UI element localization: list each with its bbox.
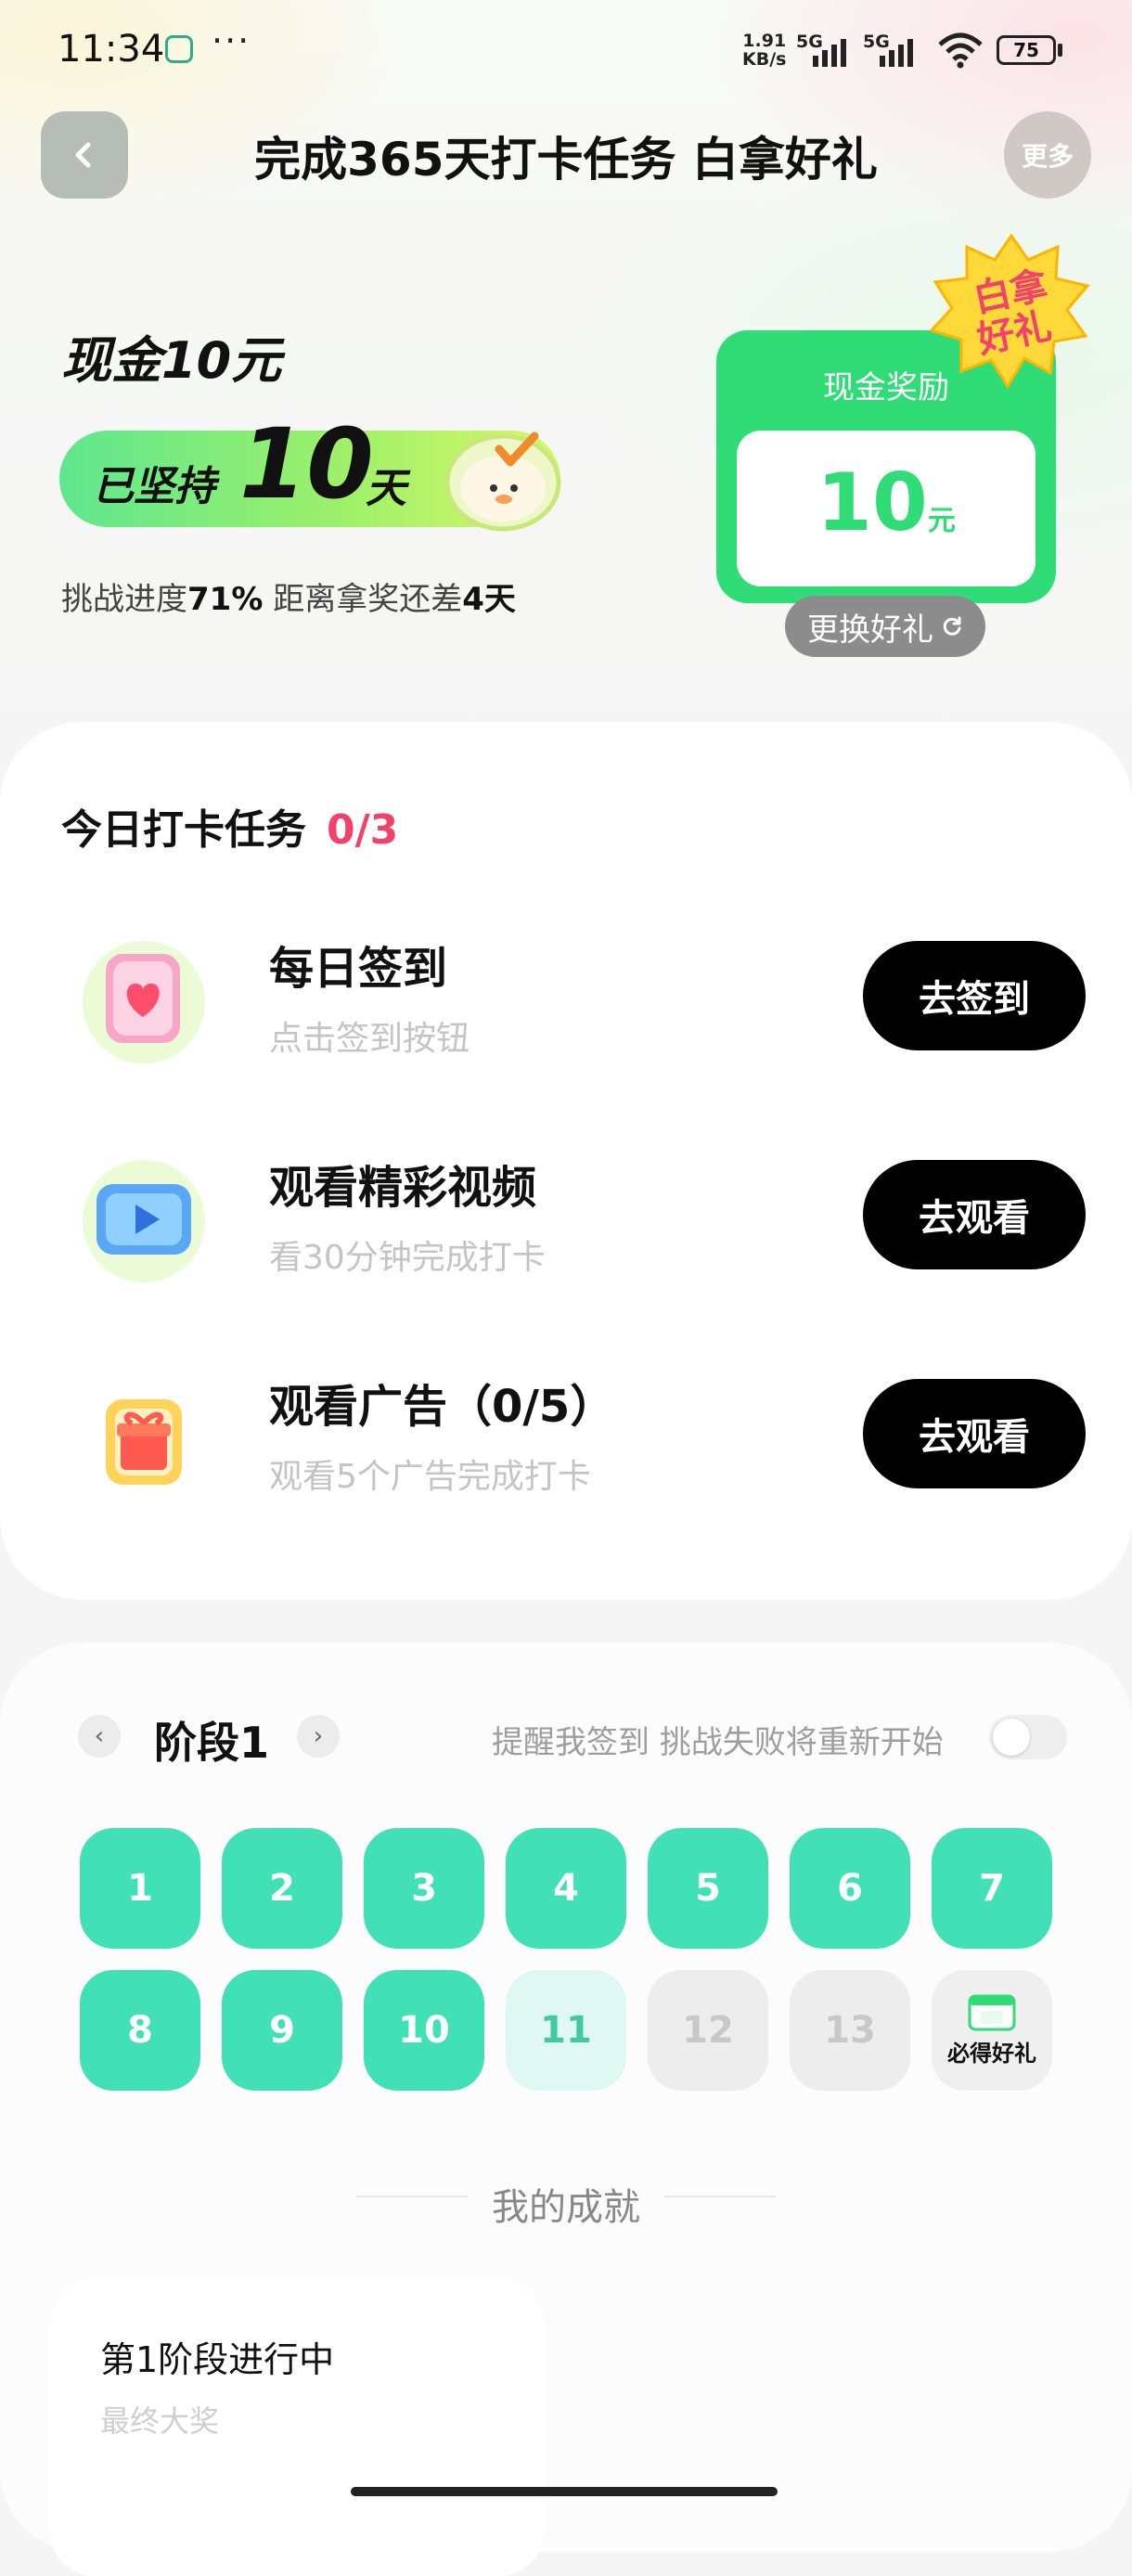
task-title: 观看精彩视频 (269, 1162, 537, 1214)
progress-percent: 71% (187, 581, 264, 618)
gift-box-icon (106, 1399, 182, 1485)
free-gift-badge: 白拿 好礼 (929, 233, 1090, 389)
challenge-progress-text: 挑战进度71% 距离拿奖还差4天 (61, 573, 516, 619)
check-in-button[interactable]: 去签到 (863, 941, 1086, 1050)
task-heading-label: 今日打卡任务 (61, 806, 306, 854)
cash-envelope-icon (968, 1994, 1016, 2030)
signal-2-icon (880, 35, 913, 67)
watch-ads-button[interactable]: 去观看 (863, 1379, 1086, 1488)
day-cell[interactable]: 5 (648, 1828, 768, 1949)
day-cell[interactable]: 12 (648, 1970, 768, 2091)
watch-video-button[interactable]: 去观看 (863, 1160, 1086, 1269)
task-count: 0/3 (327, 806, 399, 854)
day-cell[interactable]: 9 (222, 1970, 342, 2091)
progress-remaining: 4天 (462, 581, 516, 618)
page-title: 完成365天打卡任务 白拿好礼 (254, 133, 878, 187)
reward-amount-value: 10 (817, 457, 928, 549)
battery-tip (1058, 44, 1062, 57)
home-app-icon (165, 35, 193, 63)
streak-days: 10 (239, 407, 374, 521)
day-cell[interactable]: 4 (506, 1828, 626, 1949)
more-notifications-icon: ··· (212, 20, 251, 61)
reward-amount: 10元 (737, 457, 1036, 549)
cash-reward-title: 现金10元 (61, 331, 282, 390)
day-cell[interactable]: 6 (790, 1828, 910, 1949)
achievement-card-title: 第1阶段进行中 (100, 2339, 335, 2380)
more-button[interactable]: 更多 (1004, 111, 1091, 199)
status-time: 11:34 (58, 28, 165, 71)
chevron-right-icon: › (313, 1722, 324, 1750)
egg-mascot-icon (444, 431, 561, 532)
back-button[interactable] (41, 111, 128, 199)
chevron-left-icon: ‹ (94, 1722, 105, 1750)
day-cell[interactable]: 3 (364, 1828, 484, 1949)
stage-title: 阶段1 (154, 1718, 270, 1768)
reminder-toggle-knob (993, 1719, 1030, 1756)
wifi-icon (938, 32, 983, 69)
next-stage-button[interactable]: › (297, 1715, 340, 1758)
swap-gift-button[interactable]: 更换好礼 (785, 596, 985, 657)
day-cell[interactable]: 7 (932, 1828, 1052, 1949)
achievements-title: 我的成就 (492, 2186, 640, 2229)
day-cell[interactable]: 1 (80, 1828, 200, 1949)
task-title: 每日签到 (269, 943, 448, 995)
streak-suffix: 天 (366, 465, 406, 512)
network-speed-unit: KB/s (742, 49, 787, 70)
divider-right (664, 2196, 776, 2197)
network-speed: 1.91 KB/s (742, 32, 786, 69)
day-cell[interactable]: 10 (364, 1970, 484, 2091)
swap-gift-label: 更换好礼 (807, 611, 933, 649)
video-play-icon (83, 1160, 205, 1282)
streak-prefix: 已坚持 (93, 463, 215, 510)
progress-middle: 距离拿奖还差 (263, 581, 463, 618)
task-subtitle: 点击签到按钮 (269, 1020, 470, 1058)
task-title: 观看广告（0/5） (269, 1381, 615, 1433)
day-cell[interactable]: 11 (506, 1970, 626, 2091)
gift-label: 必得好礼 (947, 2040, 1036, 2067)
reminder-label: 提醒我签到 挑战失败将重新开始 (492, 1724, 944, 1761)
calendar-heart-icon (83, 941, 205, 1063)
refresh-icon (943, 616, 961, 636)
day-cell[interactable]: 8 (80, 1970, 200, 2091)
reward-unit: 元 (927, 505, 956, 537)
progress-prefix: 挑战进度 (61, 581, 187, 618)
day-cell[interactable]: 13 (790, 1970, 910, 2091)
network-speed-value: 1.91 (742, 31, 787, 51)
achievement-card-subtitle: 最终大奖 (100, 2403, 220, 2439)
task-subtitle: 看30分钟完成打卡 (269, 1239, 546, 1277)
chevron-left-icon (75, 142, 91, 168)
home-indicator[interactable] (351, 2487, 778, 2496)
task-heading: 今日打卡任务 0/3 (61, 796, 398, 856)
task-subtitle: 观看5个广告完成打卡 (269, 1458, 591, 1496)
battery-indicator: 75 (997, 35, 1056, 65)
final-gift-cell[interactable]: 必得好礼 (932, 1970, 1052, 2091)
day-cell[interactable]: 2 (222, 1828, 342, 1949)
prev-stage-button[interactable]: ‹ (78, 1715, 121, 1758)
signal-1-icon (813, 35, 846, 67)
